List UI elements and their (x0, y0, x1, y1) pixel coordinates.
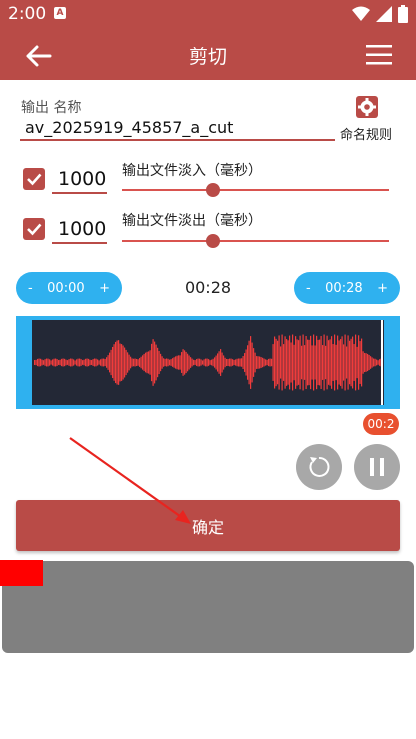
fade-out-slider-thumb[interactable] (205, 234, 220, 248)
playhead-time-badge: 00:2 (363, 413, 399, 435)
fade-in-checkbox[interactable] (23, 168, 45, 190)
pause-button[interactable] (354, 444, 400, 490)
naming-rule-button[interactable]: 命名规则 (340, 124, 392, 143)
status-icons (352, 4, 408, 24)
fade-in-slider[interactable] (122, 189, 389, 191)
end-time-value: 00:28 (325, 280, 363, 296)
fade-in-underline (52, 192, 107, 194)
output-name-input[interactable]: av_2025919_45857_a_cut (25, 118, 233, 137)
fade-out-underline (52, 242, 107, 244)
waveform-display[interactable] (32, 320, 384, 405)
end-time-minus-button[interactable]: - (306, 281, 311, 296)
output-name-label: 输出 名称 (21, 100, 82, 116)
fade-out-checkbox[interactable] (23, 218, 45, 240)
output-name-underline (20, 139, 335, 141)
check-icon (27, 173, 42, 186)
check-icon (27, 223, 42, 236)
notification-badge-icon: A (54, 7, 66, 19)
signal-icon (376, 6, 392, 22)
battery-icon (398, 5, 408, 23)
menu-icon[interactable] (366, 44, 392, 66)
red-marker-block (0, 560, 43, 586)
gear-icon[interactable] (355, 96, 379, 118)
status-time: 2:00 (8, 4, 47, 24)
page-title: 剪切 (188, 46, 227, 68)
end-time-control: - 00:28 + (294, 272, 400, 304)
fade-in-slider-thumb[interactable] (205, 183, 220, 197)
fade-out-value-input[interactable]: 1000 (58, 218, 106, 240)
end-time-plus-button[interactable]: + (377, 281, 388, 296)
pause-icon (370, 458, 384, 476)
refresh-icon (309, 456, 330, 477)
wifi-icon (352, 6, 370, 21)
fade-out-label: 输出文件淡出（毫秒） (122, 213, 262, 229)
fade-in-label: 输出文件淡入（毫秒） (122, 163, 262, 179)
ad-placeholder-panel (2, 561, 414, 653)
fade-out-slider[interactable] (122, 240, 389, 242)
reset-button[interactable] (296, 444, 342, 490)
annotation-arrow (69, 437, 191, 524)
fade-in-value-input[interactable]: 1000 (58, 168, 106, 190)
